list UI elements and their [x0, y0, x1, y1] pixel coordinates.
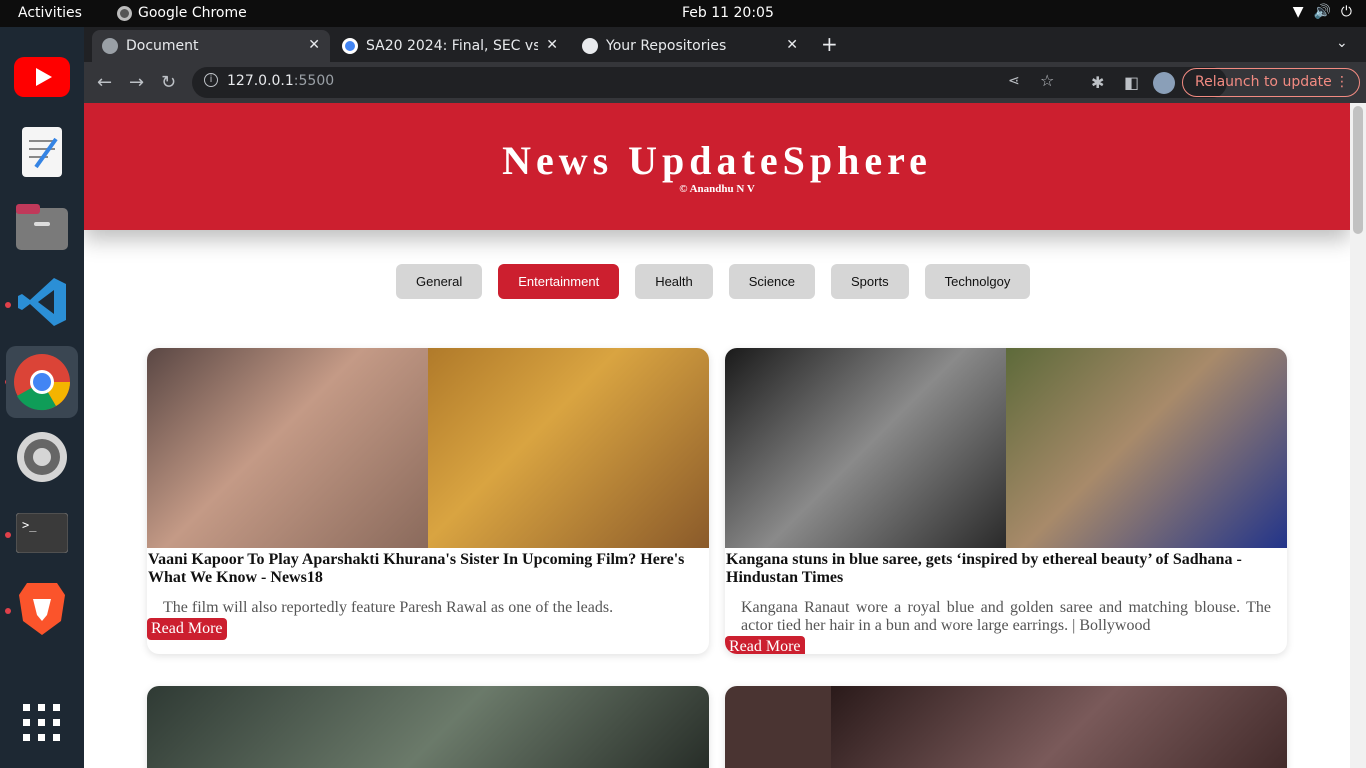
- volume-icon: 🔊: [1313, 4, 1331, 20]
- site-header: News UpdateSphere © Anandhu N V: [84, 103, 1350, 230]
- tab-title: Document: [126, 38, 199, 54]
- settings-icon: [17, 432, 67, 482]
- photo: [147, 686, 709, 768]
- new-tab-icon[interactable]: +: [821, 32, 838, 56]
- back-icon[interactable]: ←: [97, 72, 112, 93]
- scroll-thumb[interactable]: [1353, 106, 1363, 234]
- chrome-launcher[interactable]: [6, 346, 78, 418]
- category-entertainment[interactable]: Entertainment: [498, 264, 620, 299]
- clock[interactable]: Feb 11 20:05: [682, 5, 774, 21]
- article-image[interactable]: [725, 686, 1287, 768]
- article-title[interactable]: Kangana stuns in blue saree, gets ‘inspi…: [725, 548, 1287, 587]
- category-general[interactable]: General: [396, 264, 483, 299]
- app-grid-icon: [23, 704, 60, 741]
- article-description: Kangana Ranaut wore a royal blue and gol…: [741, 599, 1271, 634]
- url-port: :5500: [293, 73, 335, 89]
- files-icon: [16, 204, 68, 250]
- chrome-app-icon: [117, 5, 132, 21]
- site-credit: © Anandhu N V: [679, 183, 755, 195]
- youtube-launcher[interactable]: [6, 41, 78, 113]
- profile-avatar[interactable]: [1153, 72, 1175, 94]
- photo-left: [725, 348, 1006, 548]
- terminal-icon: >_: [16, 513, 68, 553]
- side-panel-icon[interactable]: ◧: [1124, 73, 1139, 92]
- system-tray[interactable]: ▼ 🔊 ⏻: [1293, 4, 1352, 20]
- tab-search-icon[interactable]: ⌄: [1336, 35, 1348, 51]
- tab-title: SA20 2024: Final, SEC vs D: [366, 38, 538, 54]
- vscode-launcher[interactable]: [6, 266, 78, 338]
- article-image[interactable]: [147, 686, 709, 768]
- article-image[interactable]: [725, 348, 1287, 548]
- read-more-button[interactable]: Read More: [147, 618, 227, 640]
- reload-icon[interactable]: ↻: [161, 72, 176, 93]
- close-tab-icon[interactable]: ✕: [786, 37, 798, 53]
- text-editor-icon: [22, 127, 62, 177]
- article-card: Kangana stuns in blue saree, gets ‘inspi…: [725, 348, 1287, 654]
- address-bar[interactable]: i 127.0.0.1:5500 ⋖ ☆: [192, 67, 1227, 98]
- category-science[interactable]: Science: [728, 264, 816, 299]
- app-menu[interactable]: Google Chrome: [117, 5, 247, 21]
- extensions-icon[interactable]: ✱: [1091, 73, 1104, 92]
- github-icon: [582, 38, 598, 54]
- text-editor-launcher[interactable]: [6, 116, 78, 188]
- tab-title: Your Repositories: [606, 38, 727, 54]
- globe-icon: [102, 38, 118, 54]
- brave-launcher[interactable]: [6, 573, 78, 645]
- wifi-icon: ▼: [1292, 4, 1304, 20]
- photo-left: [147, 348, 428, 548]
- youtube-icon: [14, 57, 70, 97]
- photo-right: [831, 686, 1287, 768]
- tab-sa20[interactable]: SA20 2024: Final, SEC vs D ✕: [332, 30, 568, 62]
- system-top-bar: Activities Google Chrome Feb 11 20:05 ▼ …: [0, 0, 1366, 27]
- share-icon[interactable]: ⋖: [1008, 73, 1020, 89]
- article-card: [147, 686, 709, 768]
- close-tab-icon[interactable]: ✕: [546, 37, 558, 53]
- show-apps-launcher[interactable]: [6, 687, 78, 759]
- browser-toolbar: ← → ↻ i 127.0.0.1:5500 ⋖ ☆ ✱ ◧ Relaunch …: [84, 62, 1366, 103]
- menu-kebab-icon[interactable]: ⋮: [1335, 69, 1349, 96]
- site-info-icon[interactable]: i: [204, 73, 218, 87]
- power-icon: ⏻: [1340, 4, 1352, 20]
- page-scrollbar[interactable]: [1350, 103, 1366, 768]
- article-title[interactable]: Vaani Kapoor To Play Aparshakti Khurana'…: [147, 548, 709, 587]
- bookmark-star-icon[interactable]: ☆: [1040, 71, 1054, 90]
- photo-right: [428, 348, 709, 548]
- category-bar: General Entertainment Health Science Spo…: [396, 264, 1031, 299]
- photo-right: [1006, 348, 1287, 548]
- category-technology[interactable]: Technolgoy: [924, 264, 1031, 299]
- photo-left: [725, 686, 831, 768]
- terminal-launcher[interactable]: >_: [6, 497, 78, 569]
- settings-launcher[interactable]: [6, 421, 78, 493]
- brave-icon: [19, 583, 65, 635]
- article-card: Vaani Kapoor To Play Aparshakti Khurana'…: [147, 348, 709, 654]
- relaunch-button[interactable]: Relaunch to update ⋮: [1182, 68, 1360, 97]
- read-more-button[interactable]: Read More: [725, 636, 805, 654]
- url-text: 127.0.0.1:5500: [227, 73, 334, 89]
- article-card: [725, 686, 1287, 768]
- files-launcher[interactable]: [6, 191, 78, 263]
- activities-button[interactable]: Activities: [18, 5, 82, 21]
- url-host: 127.0.0.1: [227, 73, 294, 89]
- svg-text:>_: >_: [22, 518, 37, 532]
- tab-document[interactable]: Document ✕: [92, 30, 330, 62]
- close-tab-icon[interactable]: ✕: [308, 37, 320, 53]
- article-image[interactable]: [147, 348, 709, 548]
- forward-icon[interactable]: →: [129, 72, 144, 93]
- site-title: News UpdateSphere: [502, 138, 932, 183]
- category-sports[interactable]: Sports: [831, 264, 909, 299]
- article-description: The film will also reportedly feature Pa…: [163, 599, 614, 616]
- relaunch-label: Relaunch to update: [1195, 74, 1332, 90]
- site-favicon-icon: [342, 38, 358, 54]
- chrome-icon: [14, 354, 70, 411]
- tab-strip: Document ✕ SA20 2024: Final, SEC vs D ✕ …: [84, 27, 1366, 62]
- category-health[interactable]: Health: [635, 264, 713, 299]
- app-name: Google Chrome: [138, 5, 247, 21]
- tab-repositories[interactable]: Your Repositories ✕: [572, 30, 808, 62]
- page-viewport: News UpdateSphere © Anandhu N V General …: [84, 103, 1350, 768]
- dock: >_: [0, 27, 84, 768]
- vscode-icon: [18, 278, 66, 326]
